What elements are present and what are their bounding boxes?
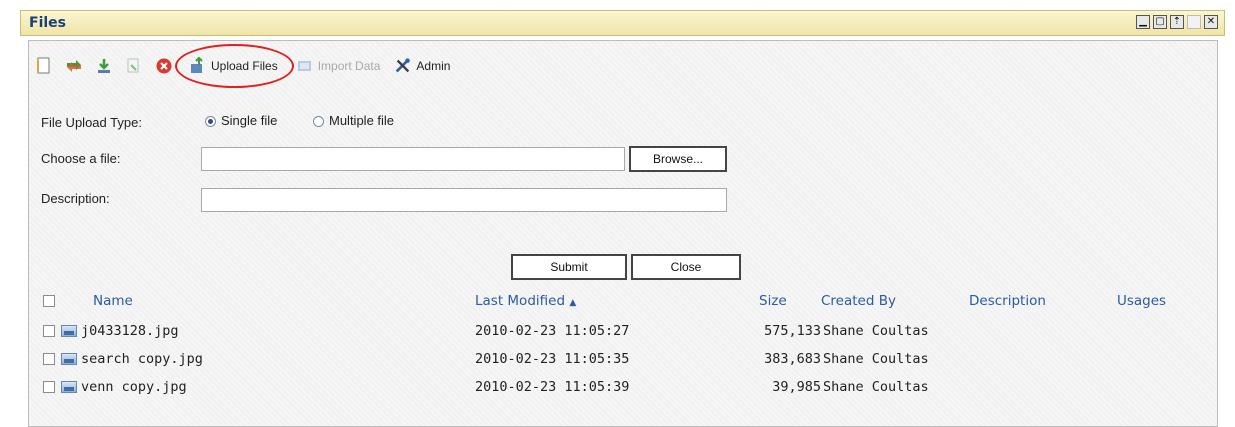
sort-ascending-icon: ▲ (569, 298, 577, 308)
file-created-by: Shane Coultas (823, 323, 929, 339)
single-file-radio[interactable] (205, 116, 216, 127)
window-controls: ▁ ▢ ⇡ ✕ (1136, 15, 1218, 29)
file-name[interactable]: j0433128.jpg (81, 323, 179, 339)
minimize-icon[interactable]: ▁ (1136, 15, 1150, 29)
multiple-file-radio[interactable] (313, 116, 324, 127)
upload-files-button[interactable]: Upload Files (175, 44, 294, 88)
new-file-icon[interactable] (35, 57, 53, 75)
row-checkbox[interactable] (43, 325, 55, 337)
file-modified: 2010-02-23 11:05:35 (475, 351, 630, 367)
row-checkbox[interactable] (43, 353, 55, 365)
table-row[interactable]: search copy.jpg 2010-02-23 11:05:35 383,… (37, 346, 1213, 374)
submit-button[interactable]: Submit (511, 254, 627, 280)
window-title: Files (29, 15, 66, 31)
toolbar: Upload Files Import Data Admin (35, 44, 464, 88)
admin-button[interactable]: Admin (394, 57, 450, 75)
usages-column-header[interactable]: Usages (1117, 293, 1166, 309)
file-size: 39,985 (772, 379, 821, 395)
file-modified: 2010-02-23 11:05:39 (475, 379, 630, 395)
move-icon[interactable] (65, 57, 83, 75)
admin-label: Admin (416, 59, 451, 73)
image-file-icon (61, 353, 77, 365)
file-size: 383,683 (764, 351, 821, 367)
table-row[interactable]: venn copy.jpg 2010-02-23 11:05:39 39,985… (37, 374, 1213, 402)
single-file-label: Single file (221, 113, 278, 128)
import-icon (296, 57, 314, 75)
description-input[interactable] (201, 188, 727, 212)
single-file-option[interactable]: Single file (205, 113, 277, 128)
pin-icon[interactable]: ⇡ (1170, 15, 1184, 29)
delete-icon[interactable] (155, 57, 173, 75)
modified-column-header[interactable]: Last Modified ▲ (475, 293, 576, 309)
files-panel: Upload Files Import Data Admin File Uplo… (28, 40, 1218, 427)
file-name[interactable]: venn copy.jpg (81, 379, 187, 395)
upload-icon (189, 57, 207, 75)
tools-icon (394, 57, 412, 75)
window-title-bar: Files ▁ ▢ ⇡ ✕ (20, 10, 1225, 36)
restore-icon[interactable]: ▢ (1153, 15, 1167, 29)
grid-header: Name Last Modified ▲ Size Created By Des… (37, 288, 1213, 316)
download-icon[interactable] (95, 57, 113, 75)
file-modified: 2010-02-23 11:05:27 (475, 323, 630, 339)
close-icon[interactable]: ✕ (1204, 15, 1218, 29)
browse-button[interactable]: Browse... (629, 146, 727, 172)
size-column-header[interactable]: Size (759, 293, 787, 309)
description-label: Description: (41, 191, 110, 206)
file-created-by: Shane Coultas (823, 351, 929, 367)
modified-header-label: Last Modified (475, 293, 566, 309)
upload-type-label: File Upload Type: (41, 115, 142, 130)
blank-icon (1187, 15, 1201, 29)
table-row[interactable]: j0433128.jpg 2010-02-23 11:05:27 575,133… (37, 318, 1213, 346)
image-file-icon (61, 381, 77, 393)
file-size: 575,133 (764, 323, 821, 339)
file-name[interactable]: search copy.jpg (81, 351, 203, 367)
created-by-column-header[interactable]: Created By (821, 293, 896, 309)
row-checkbox[interactable] (43, 381, 55, 393)
upload-files-label: Upload Files (211, 59, 278, 73)
image-file-icon (61, 325, 77, 337)
multiple-file-label: Multiple file (329, 113, 395, 128)
select-all-checkbox[interactable] (43, 295, 55, 307)
file-path-input[interactable] (201, 147, 625, 171)
file-created-by: Shane Coultas (823, 379, 929, 395)
edit-icon[interactable] (125, 57, 143, 75)
multiple-file-option[interactable]: Multiple file (313, 113, 394, 128)
name-column-header[interactable]: Name (93, 293, 133, 309)
choose-file-label: Choose a file: (41, 151, 121, 166)
description-column-header[interactable]: Description (969, 293, 1046, 309)
import-data-button[interactable]: Import Data (296, 57, 381, 75)
close-button[interactable]: Close (631, 254, 741, 280)
import-data-label: Import Data (317, 59, 381, 73)
